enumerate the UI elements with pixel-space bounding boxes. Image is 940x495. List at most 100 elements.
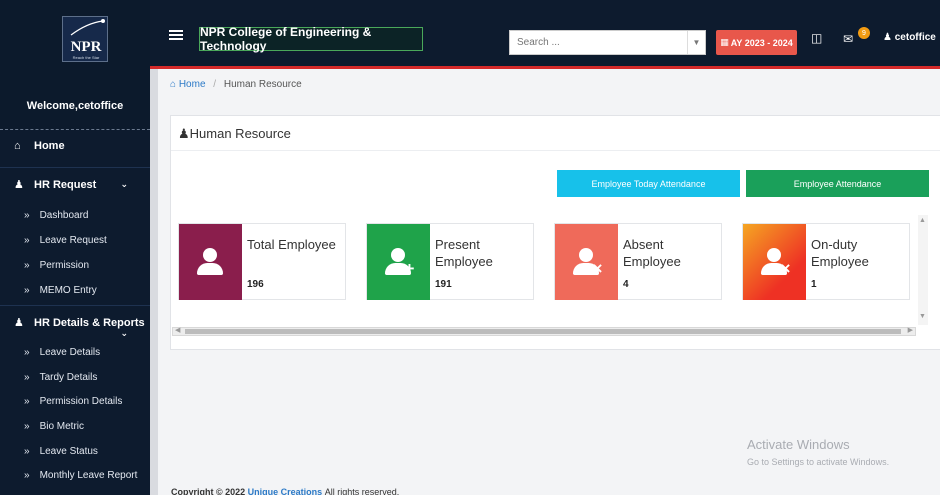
language-icon[interactable]: ◫ <box>811 31 822 45</box>
double-chevron-icon: » <box>24 209 30 221</box>
home-icon: ⌂ <box>14 140 21 152</box>
breadcrumb-separator: / <box>213 79 217 90</box>
calendar-icon: ▦ <box>720 37 729 47</box>
double-chevron-icon: » <box>24 259 30 271</box>
card-value: 1 <box>811 279 817 290</box>
user-icon: ♟ <box>14 317 24 329</box>
sidebar-item-label: Home <box>34 140 65 152</box>
sidebar-item-label: Permission <box>39 259 90 271</box>
footer-link[interactable]: Unique Creations <box>248 487 323 495</box>
card-value: 4 <box>623 279 629 290</box>
sidebar-item-label: Leave Details <box>39 346 101 358</box>
user-icon <box>179 224 242 300</box>
sidebar-item-label: Leave Request <box>39 234 107 246</box>
sidebar-item-leave-status[interactable]: » Leave Status <box>0 440 150 462</box>
present-employee-card[interactable]: + Present Employee 191 <box>366 223 534 300</box>
logo-text: NPR <box>70 39 102 55</box>
user-times-icon: × <box>555 224 618 300</box>
double-chevron-icon: » <box>24 371 30 383</box>
user-icon: ♟ <box>14 179 24 191</box>
chevron-down-icon: ⌄ <box>120 328 128 338</box>
search-box[interactable]: ▼ <box>509 30 706 55</box>
scroll-down-arrow-icon[interactable]: ▼ <box>919 313 926 320</box>
sidebar-item-label: HR Request <box>34 178 97 191</box>
menu-toggle-icon[interactable] <box>169 30 183 40</box>
academic-year-button[interactable]: ▦ AY 2023 - 2024 <box>716 30 797 55</box>
user-times-icon: × <box>743 224 806 300</box>
user-icon: ♟ <box>883 32 892 43</box>
sidebar-brand: NPR Reach the Star Welcome,cetoffice <box>0 0 150 130</box>
sidebar-item-label: Bio Metric <box>39 420 85 432</box>
top-navbar: NPR College of Engineering & Technology … <box>150 0 940 67</box>
sidebar-item-monthly-leave-report[interactable]: » Monthly Leave Report <box>0 464 150 486</box>
breadcrumb-home-link[interactable]: ⌂ Home <box>170 79 208 90</box>
envelope-icon[interactable]: ✉ <box>843 32 853 46</box>
username-label: cetoffice <box>894 32 936 43</box>
total-employee-card[interactable]: Total Employee 196 <box>178 223 346 300</box>
sidebar-item-label: Leave Status <box>39 445 98 457</box>
welcome-text: Welcome,cetoffice <box>26 100 124 112</box>
sidebar: NPR Reach the Star Welcome,cetoffice ⌂ H… <box>0 0 150 495</box>
users-icon: ♟​ <box>178 126 190 141</box>
user-menu[interactable]: ♟ cetoffice <box>883 32 936 43</box>
panel-divider <box>171 150 940 151</box>
scroll-right-arrow-icon[interactable]: ▶ <box>908 326 913 334</box>
home-icon: ⌂ <box>170 79 177 90</box>
double-chevron-icon: » <box>24 445 30 457</box>
employee-today-attendance-button[interactable]: Employee Today Attendance <box>557 170 740 197</box>
absent-employee-card[interactable]: × Absent Employee 4 <box>554 223 722 300</box>
sidebar-item-label: Tardy Details <box>39 371 98 383</box>
sidebar-item-dashboard[interactable]: » Dashboard <box>0 204 150 226</box>
double-chevron-icon: » <box>24 395 30 407</box>
footer: Copyright © 2022 Unique Creations All ri… <box>171 487 400 495</box>
sidebar-item-permission-details[interactable]: » Permission Details <box>0 390 150 412</box>
cards-horizontal-scrollbar[interactable]: ◀ ▶ <box>172 327 916 336</box>
college-logo[interactable]: NPR Reach the Star <box>62 16 108 62</box>
cards-vertical-scrollbar[interactable]: ▲ ▼ <box>918 215 928 325</box>
academic-year-label: AY 2023 - 2024 <box>730 37 793 48</box>
sidebar-item-label: MEMO Entry <box>39 284 97 296</box>
chevron-down-icon: ⌄ <box>120 179 128 189</box>
college-name-label: NPR College of Engineering & Technology <box>199 25 423 53</box>
windows-activation-title: Activate Windows <box>747 437 850 452</box>
sidebar-item-label: Dashboard <box>39 209 89 221</box>
sidebar-item-permission[interactable]: » Permission <box>0 254 150 276</box>
card-value: 191 <box>435 279 452 290</box>
employee-attendance-button[interactable]: Employee Attendance <box>746 170 929 197</box>
sidebar-item-home[interactable]: ⌂ Home <box>0 131 150 161</box>
sidebar-item-leave-details[interactable]: » Leave Details <box>0 341 150 363</box>
logo-tagline: Reach the Star <box>72 55 100 60</box>
on-duty-employee-card[interactable]: × On-duty Employee 1 <box>742 223 910 300</box>
scrollbar-thumb[interactable] <box>185 329 901 334</box>
card-label: Total Employee <box>247 237 336 252</box>
card-value: 196 <box>247 279 264 290</box>
double-chevron-icon: » <box>24 469 30 481</box>
sidebar-item-memo-entry[interactable]: » MEMO Entry <box>0 279 150 301</box>
search-dropdown-arrow-icon[interactable]: ▼ <box>687 31 705 54</box>
breadcrumb: ⌂ Home / Human Resource <box>170 79 302 90</box>
scroll-up-arrow-icon[interactable]: ▲ <box>919 217 926 224</box>
user-plus-icon: + <box>367 224 430 300</box>
double-chevron-icon: » <box>24 234 30 246</box>
sidebar-item-hr-request[interactable]: ♟ HR Request ⌄ <box>0 167 150 201</box>
logo-star-icon <box>70 19 105 36</box>
sidebar-item-tardy-details[interactable]: » Tardy Details <box>0 366 150 388</box>
card-label: Absent Employee <box>623 237 681 269</box>
breadcrumb-current: Human Resource <box>223 79 302 90</box>
double-chevron-icon: » <box>24 284 30 296</box>
card-label: Present Employee <box>435 237 493 269</box>
double-chevron-icon: » <box>24 420 30 432</box>
windows-activation-subtitle: Go to Settings to activate Windows. <box>747 457 890 467</box>
sidebar-item-bio-metric[interactable]: » Bio Metric <box>0 415 150 437</box>
sidebar-item-label: Monthly Leave Report <box>39 469 138 481</box>
sidebar-item-hr-details[interactable]: ♟ HR Details & Reports ⌄ <box>0 305 150 339</box>
card-label: On-duty Employee <box>811 237 869 269</box>
sidebar-item-label: HR Details & Reports <box>34 316 145 329</box>
scroll-left-arrow-icon[interactable]: ◀ <box>175 326 180 334</box>
double-chevron-icon: » <box>24 346 30 358</box>
content-gutter <box>150 69 158 495</box>
search-input[interactable] <box>510 31 680 54</box>
sidebar-item-leave-request[interactable]: » Leave Request <box>0 229 150 251</box>
sidebar-item-label: Permission Details <box>39 395 123 407</box>
panel-title: ♟​ Human Resource <box>178 126 291 141</box>
